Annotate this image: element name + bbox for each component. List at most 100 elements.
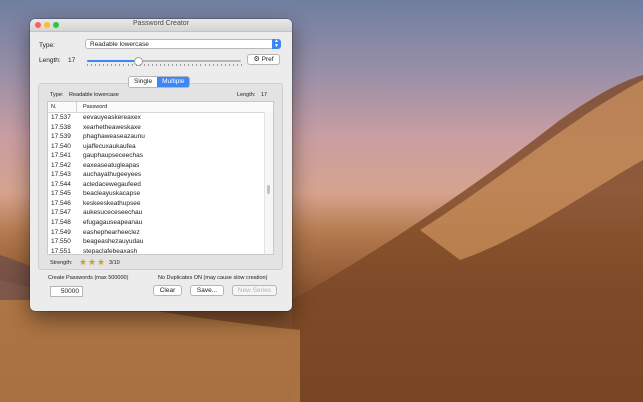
column-header-password[interactable]: Password bbox=[83, 104, 107, 110]
passwords-table[interactable]: N. Password 17.537 eevauyeaskereaxex 17.53… bbox=[47, 101, 274, 255]
table-row[interactable]: 17.549 eashephearheeclez bbox=[48, 228, 273, 238]
slider-tick bbox=[184, 64, 186, 66]
table-row[interactable]: 17.551 stepaclafebeaxash bbox=[48, 247, 273, 255]
row-number: 17.551 bbox=[51, 247, 71, 255]
length-value: 17 bbox=[68, 57, 76, 64]
slider-tick bbox=[131, 64, 133, 66]
table-row[interactable]: 17.548 efugagauseapeanau bbox=[48, 218, 273, 228]
table-row[interactable]: 17.538 xearhetheaweskaxe bbox=[48, 123, 273, 133]
slider-tick bbox=[241, 64, 242, 66]
slider-tick bbox=[87, 64, 88, 66]
row-password: beageashezauyudau bbox=[83, 238, 144, 246]
scrollbar-thumb[interactable] bbox=[267, 185, 270, 194]
table-row[interactable]: 17.537 eevauyeaskereaxex bbox=[48, 113, 273, 123]
row-password: acledacewegaufeed bbox=[83, 180, 141, 188]
list-type-value: Readable lowercase bbox=[69, 92, 119, 98]
slider-tick bbox=[176, 64, 178, 66]
table-row[interactable]: 17.545 beacleayuskacapse bbox=[48, 189, 273, 199]
window-title: Password Creator bbox=[132, 20, 190, 27]
slider-tick bbox=[168, 64, 170, 66]
slider-tick bbox=[196, 64, 198, 66]
slider-tick bbox=[151, 64, 153, 66]
save-button[interactable]: Save... bbox=[190, 285, 224, 296]
slider-tick bbox=[192, 64, 194, 66]
pref-button[interactable]: ⚙ Pref bbox=[247, 54, 280, 65]
row-number: 17.543 bbox=[51, 171, 71, 179]
row-password: efugagauseapeanau bbox=[83, 219, 143, 227]
slider-tick bbox=[143, 64, 145, 66]
password-creator-window: Password Creator Type: Readable lowercas… bbox=[30, 19, 292, 311]
row-password: phaghaweaseazaunu bbox=[83, 133, 145, 141]
star-icon: ★ bbox=[79, 257, 88, 267]
table-row[interactable]: 17.547 aukesuceceseechau bbox=[48, 208, 273, 218]
row-number: 17.550 bbox=[51, 238, 71, 246]
slider-tick bbox=[155, 64, 157, 66]
row-number: 17.539 bbox=[51, 133, 71, 141]
slider-tick bbox=[95, 64, 97, 66]
row-password: keskeeskeathupsee bbox=[83, 199, 141, 207]
table-body: 17.537 eevauyeaskereaxex 17.538 xearhetheaw… bbox=[48, 113, 273, 255]
list-type-label: Type: bbox=[50, 92, 64, 98]
vertical-scrollbar[interactable] bbox=[264, 112, 273, 254]
type-label: Type: bbox=[39, 42, 55, 49]
slider-tick bbox=[119, 64, 121, 66]
row-number: 17.548 bbox=[51, 219, 71, 227]
slider-tick bbox=[99, 64, 101, 66]
slider-ticks bbox=[87, 64, 242, 67]
star-icon: ★ bbox=[97, 257, 106, 267]
slider-fill bbox=[87, 60, 138, 62]
row-number: 17.537 bbox=[51, 114, 71, 121]
table-row[interactable]: 17.543 auchayathugeeyees bbox=[48, 170, 273, 180]
table-row[interactable]: 17.541 gauphaupseceechas bbox=[48, 151, 273, 161]
slider-tick bbox=[91, 64, 93, 66]
slider-tick bbox=[159, 64, 161, 66]
title-bar[interactable]: Password Creator bbox=[30, 19, 292, 32]
slider-tick bbox=[127, 64, 129, 66]
clear-button[interactable]: Clear bbox=[153, 285, 182, 296]
type-select-value: Readable lowercase bbox=[90, 41, 149, 48]
table-row[interactable]: 17.550 beageashezauyudau bbox=[48, 237, 273, 247]
mode-segmented-control[interactable]: Single Multiple bbox=[128, 76, 191, 88]
duplicates-note: No Duplicates ON (may cause slow creatio… bbox=[158, 275, 268, 281]
row-password: aukesuceceseechau bbox=[83, 209, 143, 217]
strength-label: Strength: bbox=[50, 260, 73, 266]
table-row[interactable]: 17.542 eaxeaseatugleapas bbox=[48, 161, 273, 171]
row-password: ujaffecuxaukaufea bbox=[83, 142, 136, 150]
slider-tick bbox=[115, 64, 117, 66]
new-series-button[interactable]: New Series bbox=[232, 285, 277, 296]
chevron-updown-icon: ▲ ▼ bbox=[272, 39, 281, 49]
gear-icon: ⚙ bbox=[253, 56, 260, 63]
row-password: gauphaupseceechas bbox=[83, 152, 143, 160]
star-icon: ★ bbox=[88, 257, 97, 267]
slider-tick bbox=[212, 64, 214, 66]
tab-multiple[interactable]: Multiple bbox=[157, 77, 190, 87]
column-header-n[interactable]: N. bbox=[51, 104, 57, 110]
password-count-input[interactable]: 50000 bbox=[50, 286, 83, 297]
table-row[interactable]: 17.546 keskeeskeathupsee bbox=[48, 199, 273, 209]
slider-tick bbox=[232, 64, 234, 66]
tab-single[interactable]: Single bbox=[129, 77, 158, 87]
table-row[interactable]: 17.539 phaghaweaseazaunu bbox=[48, 132, 273, 142]
length-label: Length: bbox=[39, 57, 61, 64]
list-length-label: Length: bbox=[237, 92, 256, 98]
slider-tick bbox=[164, 64, 165, 66]
row-password: xearhetheaweskaxe bbox=[83, 123, 141, 131]
row-password: eaxeaseatugleapas bbox=[83, 161, 140, 169]
type-select[interactable]: Readable lowercase ▲ ▼ bbox=[85, 39, 281, 49]
row-number: 17.546 bbox=[51, 199, 71, 207]
table-row[interactable]: 17.544 acledacewegaufeed bbox=[48, 180, 273, 190]
slider-tick bbox=[208, 64, 210, 66]
row-number: 17.541 bbox=[51, 152, 71, 160]
table-row[interactable]: 17.540 ujaffecuxaukaufea bbox=[48, 142, 273, 152]
slider-tick bbox=[139, 64, 141, 66]
length-slider[interactable] bbox=[87, 57, 241, 66]
row-number: 17.545 bbox=[51, 190, 71, 198]
slider-tick bbox=[123, 64, 125, 66]
row-password: beacleayuskacapse bbox=[83, 190, 141, 198]
row-number: 17.542 bbox=[51, 161, 71, 169]
slider-tick bbox=[111, 64, 113, 66]
column-separator bbox=[76, 102, 77, 112]
pref-button-label: Pref bbox=[261, 56, 274, 63]
row-password: eevauyeaskereaxex bbox=[83, 114, 141, 121]
slider-tick bbox=[103, 64, 105, 66]
